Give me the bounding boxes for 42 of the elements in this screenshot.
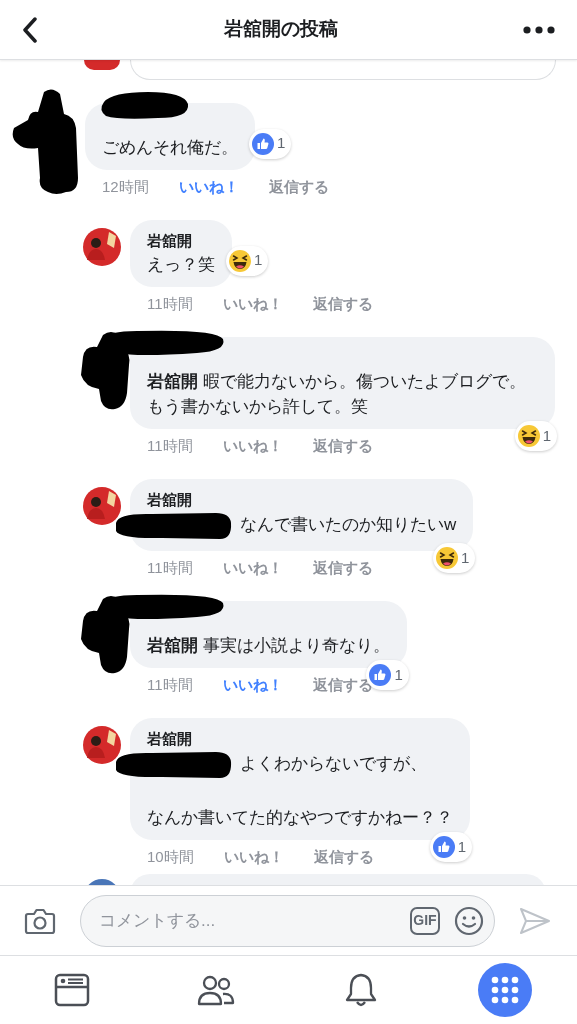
gif-button[interactable]: GIF [410,906,440,935]
like-link[interactable]: いいね！ [223,846,284,868]
reaction-badge[interactable]: 1 [429,832,472,862]
comment-time: 11時間 [147,675,193,695]
comment-time: 12時間 [102,177,149,197]
comment-input[interactable]: コメントする... GIF [80,894,495,947]
reply-link[interactable]: 返信する [312,557,373,579]
reaction-count: 1 [542,425,551,446]
reply-link[interactable]: 返信する [268,176,329,198]
page-title: 岩舘開の投稿 [223,17,338,42]
reaction-badge[interactable]: 1 [432,543,476,573]
reaction-count: 1 [277,133,286,154]
reaction-badge[interactable]: 1 [514,421,557,451]
reaction-count: 1 [460,547,470,568]
like-link[interactable]: いいね！ [178,176,239,198]
reaction-badge[interactable]: 1 [226,245,269,276]
like-link[interactable]: いいね！ [222,435,283,457]
comment-text: えっ？笑 [147,255,215,274]
comment-field: コメントする... [99,907,396,934]
comment-text: 岩舘開 暇で能力ないから。傷ついたよブログで。もう書かないから許して。笑 [147,372,526,416]
reaction-count: 1 [457,836,466,857]
reaction-count: 1 [254,250,263,271]
comment-text: なんで書いたのか知りたいw [240,515,457,535]
comment-text: よくわからないですが、 [240,754,427,774]
comment-text: なんか書いてた的なやつですかねー？？ [147,808,453,827]
reply-link[interactable]: 返信する [313,846,374,868]
comment-time: 11時間 [147,436,193,456]
comment-time: 11時間 [147,558,193,578]
comment-text: 岩舘開 事実は小説より奇なり。 [147,636,390,655]
like-link[interactable]: いいね！ [222,674,283,696]
comment-time: 11時間 [147,294,193,314]
like-link[interactable]: いいね！ [222,293,283,315]
like-link[interactable]: いいね！ [222,557,283,579]
author-name[interactable]: 岩舘開 [147,489,457,511]
comment-time: 10時間 [147,847,194,867]
comment-text: ごめんそれ俺だ。 [102,138,238,157]
author-name[interactable]: 岩舘開 [147,728,453,750]
reply-link[interactable]: 返信する [312,435,373,457]
reaction-badge[interactable]: 1 [249,128,292,159]
reaction-count: 1 [394,664,403,685]
reply-link[interactable]: 返信する [312,293,373,315]
author-name[interactable]: 岩舘開 [147,230,215,252]
